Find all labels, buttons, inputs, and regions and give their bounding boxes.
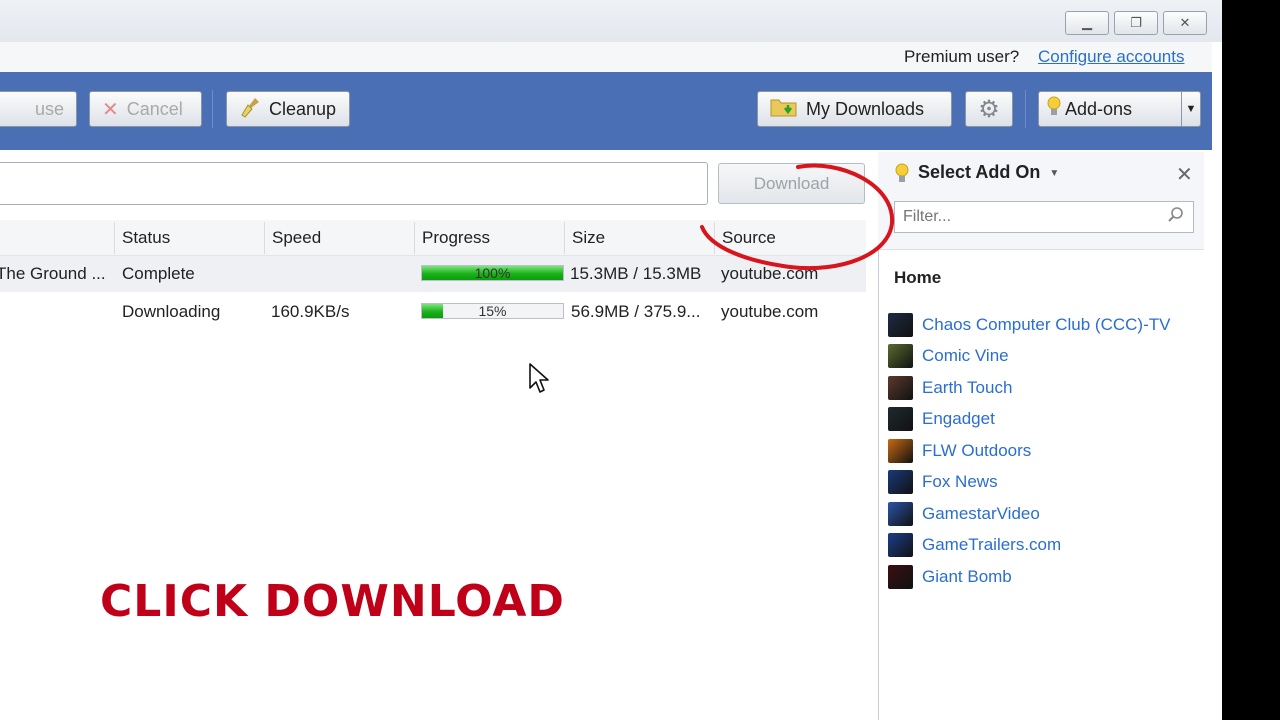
cancel-button[interactable]: ✕ Cancel (89, 91, 202, 127)
addon-thumbnail (888, 439, 913, 463)
settings-button[interactable]: ⚙ (965, 91, 1013, 127)
addon-label: GamestarVideo (922, 504, 1040, 523)
addon-item[interactable]: Chaos Computer Club (CCC)-TV (888, 311, 1170, 339)
addon-item[interactable]: FLW Outdoors (888, 437, 1031, 465)
cancel-icon: ✕ (102, 98, 119, 121)
mouse-cursor-icon (529, 363, 549, 393)
header-status[interactable]: Status (122, 228, 170, 248)
column-separator[interactable] (264, 222, 265, 254)
addon-item[interactable]: Comic Vine (888, 342, 1009, 370)
header-progress[interactable]: Progress (422, 228, 490, 248)
addon-label: Giant Bomb (922, 567, 1012, 586)
folder-download-icon (770, 96, 798, 123)
select-addon-dropdown[interactable]: Select Add On ▼ (918, 162, 1059, 183)
toolbar-separator (1025, 90, 1026, 128)
row-name: The Ground ... (0, 264, 106, 283)
screen-edge (1222, 0, 1280, 720)
addon-thumbnail (888, 502, 913, 526)
chevron-down-icon: ▼ (1185, 103, 1197, 115)
addon-item[interactable]: Engadget (888, 405, 995, 433)
close-window-button[interactable]: ✕ (1163, 11, 1207, 35)
addon-label: Fox News (922, 472, 998, 491)
addon-item[interactable]: Giant Bomb (888, 563, 1012, 591)
addon-thumbnail (888, 533, 913, 557)
my-downloads-label: My Downloads (806, 98, 925, 119)
addon-label: FLW Outdoors (922, 441, 1032, 460)
broom-icon (239, 96, 261, 123)
addon-item[interactable]: GamestarVideo (888, 500, 1040, 528)
pause-button[interactable]: use (0, 91, 77, 127)
addon-item[interactable]: Fox News (888, 468, 998, 496)
addon-thumbnail (888, 470, 913, 494)
filter-input[interactable] (894, 201, 1194, 233)
row-status: Complete (122, 264, 195, 283)
addon-thumbnail (888, 376, 913, 400)
addon-thumbnail (888, 313, 913, 337)
progress-text: 100% (474, 265, 511, 281)
progress-bar: 15% (421, 303, 564, 319)
row-speed: 160.9KB/s (271, 302, 350, 321)
progress-bar: 100% (421, 265, 564, 281)
account-bar (0, 42, 1212, 72)
overlay-caption: CLICK DOWNLOAD (100, 576, 565, 627)
addon-label: Comic Vine (922, 346, 1009, 365)
annotation-circle (700, 163, 895, 271)
app-window: ▁ ❐ ✕ Premium user? Configure accounts u… (0, 0, 1222, 720)
cleanup-button[interactable]: Cleanup (226, 91, 350, 127)
addon-item[interactable]: GameTrailers.com (888, 531, 1061, 559)
premium-user-text: Premium user? (904, 47, 1020, 66)
search-icon (1167, 206, 1185, 228)
close-panel-button[interactable]: ✕ (1176, 162, 1193, 186)
addon-label: Chaos Computer Club (CCC)-TV (922, 315, 1171, 334)
title-bar (0, 0, 1222, 42)
cancel-button-label: Cancel (126, 98, 183, 119)
column-separator[interactable] (414, 222, 415, 254)
addons-dropdown-button[interactable]: ▼ (1181, 91, 1201, 127)
pause-button-label: use (34, 98, 64, 119)
row-size: 15.3MB / 15.3MB (570, 264, 702, 283)
addon-thumbnail (888, 344, 913, 368)
toolbar-separator (212, 90, 213, 128)
gear-icon: ⚙ (978, 95, 1000, 123)
column-separator[interactable] (114, 222, 115, 254)
addon-label: GameTrailers.com (922, 535, 1062, 554)
restore-icon: ❐ (1130, 15, 1142, 31)
addon-thumbnail (888, 565, 913, 589)
row-size: 56.9MB / 375.9... (571, 302, 701, 321)
row-source: youtube.com (721, 302, 819, 321)
addons-label: Add-ons (1065, 98, 1133, 119)
my-downloads-button[interactable]: My Downloads (757, 91, 952, 127)
addon-label: Engadget (922, 409, 995, 428)
configure-accounts-link[interactable]: Configure accounts (1038, 47, 1184, 67)
column-separator[interactable] (564, 222, 565, 254)
addon-thumbnail (888, 407, 913, 431)
lightbulb-icon (1047, 96, 1061, 123)
close-icon: ✕ (1176, 162, 1193, 186)
select-addon-label: Select Add On (918, 162, 1041, 182)
maximize-button[interactable]: ❐ (1114, 11, 1158, 35)
close-icon: ✕ (1179, 15, 1191, 31)
addons-button[interactable]: Add-ons (1038, 91, 1182, 127)
addon-item[interactable]: Earth Touch (888, 374, 1012, 402)
header-size[interactable]: Size (572, 228, 605, 248)
progress-text: 15% (478, 303, 507, 319)
cleanup-button-label: Cleanup (269, 98, 337, 119)
chevron-down-icon: ▼ (1049, 167, 1060, 179)
row-status: Downloading (122, 302, 221, 321)
addon-label: Earth Touch (922, 378, 1013, 397)
header-speed[interactable]: Speed (272, 228, 321, 248)
minimize-button[interactable]: ▁ (1065, 11, 1109, 35)
home-heading: Home (894, 268, 942, 287)
url-input[interactable] (0, 162, 708, 205)
minimize-icon: ▁ (1082, 15, 1092, 31)
